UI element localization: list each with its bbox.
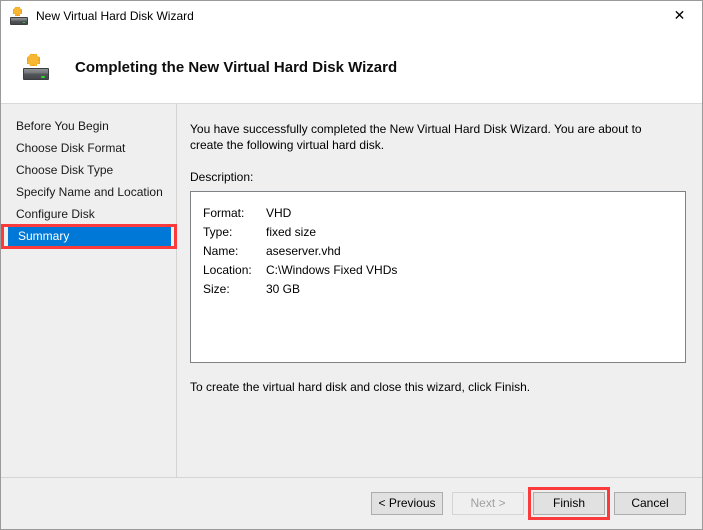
sidebar-item-before-you-begin[interactable]: Before You Begin (1, 116, 176, 137)
sidebar-item-choose-disk-type-wrap: Choose Disk Type (1, 160, 176, 181)
window-title: New Virtual Hard Disk Wizard (36, 9, 194, 23)
description-label: Description: (190, 170, 254, 184)
sidebar-item-choose-disk-format-wrap: Choose Disk Format (1, 138, 176, 159)
cancel-button-wrap: Cancel (614, 492, 686, 515)
description-key-name: Name: (203, 244, 239, 258)
description-row: Size: 30 GB (203, 280, 675, 299)
description-row: Location: C:\Windows Fixed VHDs (203, 261, 675, 280)
sidebar-item-choose-disk-format[interactable]: Choose Disk Format (1, 138, 176, 159)
new-virtual-hard-disk-icon (10, 7, 28, 25)
outro-text: To create the virtual hard disk and clos… (190, 380, 531, 394)
sidebar-item-specify-name-and-location-wrap: Specify Name and Location (1, 182, 176, 203)
description-row: Name: aseserver.vhd (203, 242, 675, 261)
wizard-body: Before You Begin Choose Disk Format Choo… (1, 104, 702, 477)
close-button[interactable]: ✕ (657, 1, 702, 30)
wizard-header: Completing the New Virtual Hard Disk Wiz… (1, 31, 702, 104)
description-value-format: VHD (266, 206, 292, 220)
description-value-type: fixed size (266, 225, 317, 239)
wizard-steps-sidebar: Before You Begin Choose Disk Format Choo… (1, 104, 177, 477)
description-key-size: Size: (203, 282, 230, 296)
sidebar-item-before-you-begin-wrap: Before You Begin (1, 116, 176, 137)
description-key-format: Format: (203, 206, 245, 220)
finish-annotation-rectangle: Finish (528, 487, 610, 520)
description-key-type: Type: (203, 225, 233, 239)
wizard-window: New Virtual Hard Disk Wizard ✕ Completin… (0, 0, 703, 530)
description-value-name: aseserver.vhd (266, 244, 341, 258)
sidebar-item-specify-name-and-location[interactable]: Specify Name and Location (1, 182, 176, 203)
description-key-location: Location: (203, 263, 252, 277)
description-value-size: 30 GB (266, 282, 301, 296)
close-icon: ✕ (673, 7, 686, 24)
sidebar-item-summary[interactable]: Summary (8, 226, 171, 247)
finish-button[interactable]: Finish (533, 492, 605, 515)
summary-annotation-rectangle: Summary (1, 224, 177, 249)
title-bar: New Virtual Hard Disk Wizard ✕ (1, 1, 702, 31)
description-row: Format: VHD (203, 204, 675, 223)
description-row: Type: fixed size (203, 223, 675, 242)
next-button: Next > (452, 492, 524, 515)
previous-button[interactable]: < Previous (371, 492, 443, 515)
intro-text: You have successfully completed the New … (190, 122, 642, 152)
sidebar-item-choose-disk-type[interactable]: Choose Disk Type (1, 160, 176, 181)
sidebar-item-configure-disk-wrap: Configure Disk (1, 204, 176, 225)
page-title: Completing the New Virtual Hard Disk Wiz… (75, 58, 398, 76)
next-button-wrap: Next > (452, 492, 524, 515)
new-virtual-hard-disk-icon (23, 54, 49, 80)
sidebar-item-configure-disk[interactable]: Configure Disk (1, 204, 176, 225)
description-box: Format: VHD Type: fixed size Name: asese… (190, 191, 686, 363)
cancel-button[interactable]: Cancel (614, 492, 686, 515)
previous-button-wrap: < Previous (371, 492, 443, 515)
wizard-footer: < Previous Next > Finish Cancel (1, 477, 702, 529)
description-value-location: C:\Windows Fixed VHDs (266, 263, 398, 277)
wizard-content: You have successfully completed the New … (177, 104, 702, 477)
